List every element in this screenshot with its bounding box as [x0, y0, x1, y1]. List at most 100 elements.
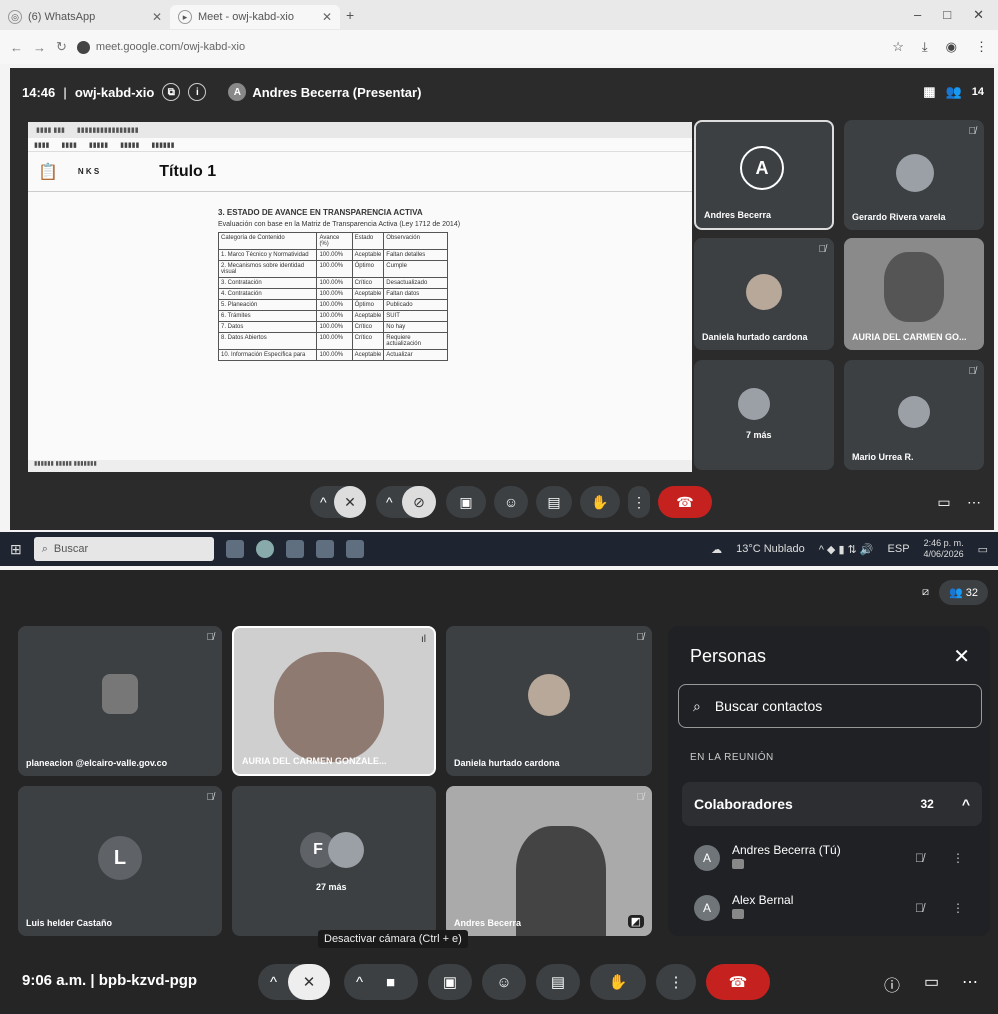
camera-icon[interactable]: ■ — [386, 974, 395, 991]
captions-button[interactable]: ▤ — [536, 964, 580, 1000]
participant-tile[interactable]: 🎙̸ Daniela hurtado cardona — [446, 626, 652, 776]
mic-off-icon[interactable]: 🎙̸ — [915, 851, 924, 865]
forward-icon[interactable]: → — [33, 40, 46, 55]
activities-icon[interactable]: ⋯ — [960, 486, 988, 518]
table-cell: 100.00% — [316, 332, 353, 350]
weather-icon[interactable]: ☁ — [711, 543, 722, 556]
present-button[interactable]: ▣ — [446, 486, 486, 518]
participant-tile[interactable]: 🎙̸ Andres Becerra ◩ — [446, 786, 652, 936]
tray-icons[interactable]: ^ ◆ ▮ ⇅ 🔊 — [819, 543, 874, 556]
table-row: 1. Marco Técnico y Normatividad 100.00% Ac… — [217, 249, 448, 261]
participant-tile[interactable]: 🎙̸ Gerardo Rivera varela — [844, 120, 984, 230]
search-placeholder: Buscar contactos — [714, 698, 823, 714]
more-options-icon[interactable]: ⋮ — [952, 901, 964, 915]
word-status-bar: ▮▮▮▮▮▮ ▮▮▮▮▮ ▮▮▮▮▮▮▮ — [28, 460, 692, 472]
tab-meet[interactable]: ▸ Meet - owj-kabd-xio ✕ — [170, 5, 340, 29]
close-icon[interactable]: ✕ — [953, 644, 970, 669]
close-tab-icon[interactable]: ✕ — [322, 10, 332, 24]
mic-options-button[interactable]: ^ ✕ — [258, 964, 330, 1000]
more-participants: 7 más — [746, 430, 772, 440]
captions-button[interactable]: ▤ — [536, 486, 572, 518]
emoji-button[interactable]: ☺ — [482, 964, 526, 1000]
present-button[interactable]: ▣ — [428, 964, 472, 1000]
weather-text[interactable]: 13°C Nublado — [736, 543, 805, 555]
pin-icon[interactable]: ◩ — [627, 915, 644, 928]
person-row[interactable]: A Andres Becerra (Tú) 🎙̸ ⋮ — [682, 836, 982, 880]
task-view-icon[interactable] — [225, 540, 244, 558]
participant-tile[interactable]: ıl AURIA DEL CARMEN GONZALE... — [232, 626, 436, 776]
people-count-badge[interactable]: 👥 32 — [938, 580, 988, 605]
table-cell: Aceptable — [351, 310, 385, 322]
table-header: Avance (%) — [316, 232, 353, 250]
table-cell: 2. Mecanismos sobre identidad visual — [217, 260, 318, 278]
maximize-icon[interactable]: □ — [943, 7, 951, 23]
emoji-button[interactable]: ☺ — [494, 486, 528, 518]
menu-dots-icon[interactable]: ⋮ — [975, 39, 988, 55]
video-feed — [516, 826, 606, 936]
camera-button[interactable]: ^ ■ — [344, 964, 418, 1000]
tab-whatsapp[interactable]: ◎ (6) WhatsApp ✕ — [0, 5, 170, 29]
mic-off-icon[interactable]: 🎙̸ — [915, 901, 924, 915]
participant-tile[interactable]: 🎙̸ Daniela hurtado cardona — [694, 238, 834, 350]
copy-icon[interactable]: ⧉ — [162, 83, 181, 101]
search-contacts-input[interactable]: ⌕ Buscar contactos — [678, 684, 982, 728]
hide-self-view-icon[interactable]: ⧄ — [922, 586, 929, 599]
raise-hand-button[interactable]: ✋ — [590, 964, 646, 1000]
participant-tile[interactable]: 7 más — [694, 360, 834, 470]
close-tab-icon[interactable]: ✕ — [152, 10, 162, 24]
collaborators-group[interactable]: Colaboradores 32 ^ — [682, 782, 982, 826]
mic-off-icon[interactable]: ✕ — [288, 964, 330, 1000]
camera-options-button[interactable]: ^ ⊘ — [376, 486, 436, 518]
chat-icon[interactable]: ▭ — [930, 486, 958, 518]
chevron-up-icon[interactable]: ^ — [962, 796, 970, 812]
camera-off-icon[interactable]: ⊘ — [402, 486, 436, 518]
bookmark-star-icon[interactable]: ☆ — [892, 39, 904, 55]
more-options-icon[interactable]: ⋮ — [952, 851, 964, 865]
people-icon[interactable]: 👥 — [946, 84, 962, 100]
info-icon[interactable]: i — [188, 83, 207, 101]
file-explorer-icon[interactable] — [285, 540, 304, 558]
chrome-icon[interactable] — [255, 540, 274, 558]
more-options-button[interactable]: ⋮ — [628, 486, 650, 518]
new-tab-button[interactable]: + — [346, 7, 354, 23]
participant-tile[interactable]: A Andres Becerra — [694, 120, 834, 230]
participant-tile[interactable]: AURIA DEL CARMEN GO... — [844, 238, 984, 350]
close-window-icon[interactable]: ✕ — [973, 7, 984, 23]
minimize-icon[interactable]: – — [914, 7, 921, 23]
word-title-bar: ▮▮▮▮ ▮▮▮ ▮▮▮▮▮▮▮▮▮▮▮▮▮▮▮▮ — [28, 122, 692, 138]
store-icon[interactable] — [315, 540, 334, 558]
notifications-icon[interactable]: ▭ — [978, 543, 988, 556]
presenter-chip[interactable]: A Andres Becerra (Presentar) — [228, 83, 421, 101]
profile-icon[interactable]: ◉ — [946, 39, 957, 55]
leave-call-button[interactable]: ☎ — [706, 964, 770, 1000]
back-icon[interactable]: ← — [10, 40, 23, 55]
person-row[interactable]: A Alex Bernal 🎙̸ ⋮ — [682, 886, 982, 930]
taskbar-search[interactable]: ⌕ Buscar — [33, 537, 214, 561]
mic-off-icon[interactable]: ✕ — [334, 486, 366, 518]
download-icon[interactable]: ⤓ — [922, 39, 928, 55]
participant-name: AURIA DEL CARMEN GONZALE... — [242, 756, 387, 766]
table-body: 1. Marco Técnico y Normatividad 100.00% Ac… — [217, 249, 448, 361]
layout-icon[interactable]: ▦ — [923, 84, 935, 100]
participant-tile[interactable]: 🎙̸ planeacion @elcairo-valle.gov.co — [18, 626, 222, 776]
table-cell: 100.00% — [316, 310, 353, 322]
activities-icon[interactable]: ⋯ — [962, 972, 978, 992]
participant-tile[interactable]: 🎙̸ L Luis helder Castaño — [18, 786, 222, 936]
info-icon[interactable]: ⓘ — [884, 972, 900, 996]
leave-call-button[interactable]: ☎ — [658, 486, 712, 518]
participant-tile[interactable]: F 27 más — [232, 786, 436, 936]
clock[interactable]: 2:46 p. m. 4/06/2026 — [924, 538, 964, 560]
raise-hand-button[interactable]: ✋ — [580, 486, 620, 518]
reload-icon[interactable]: ↻ — [56, 39, 67, 55]
device-tag-icon — [732, 859, 744, 869]
app-icon[interactable] — [345, 540, 364, 558]
more-options-button[interactable]: ⋮ — [656, 964, 696, 1000]
site-info-icon[interactable] — [76, 40, 90, 54]
video-feed — [884, 252, 944, 322]
mic-options-button[interactable]: ^ ✕ — [310, 486, 366, 518]
windows-start-icon[interactable]: ⊞ — [10, 541, 22, 558]
participant-tile[interactable]: 🎙̸ Mario Urrea R. — [844, 360, 984, 470]
url-field[interactable]: meet.google.com/owj-kabd-xio — [76, 40, 245, 54]
chat-icon[interactable]: ▭ — [924, 972, 939, 992]
language-indicator[interactable]: ESP — [888, 543, 910, 555]
